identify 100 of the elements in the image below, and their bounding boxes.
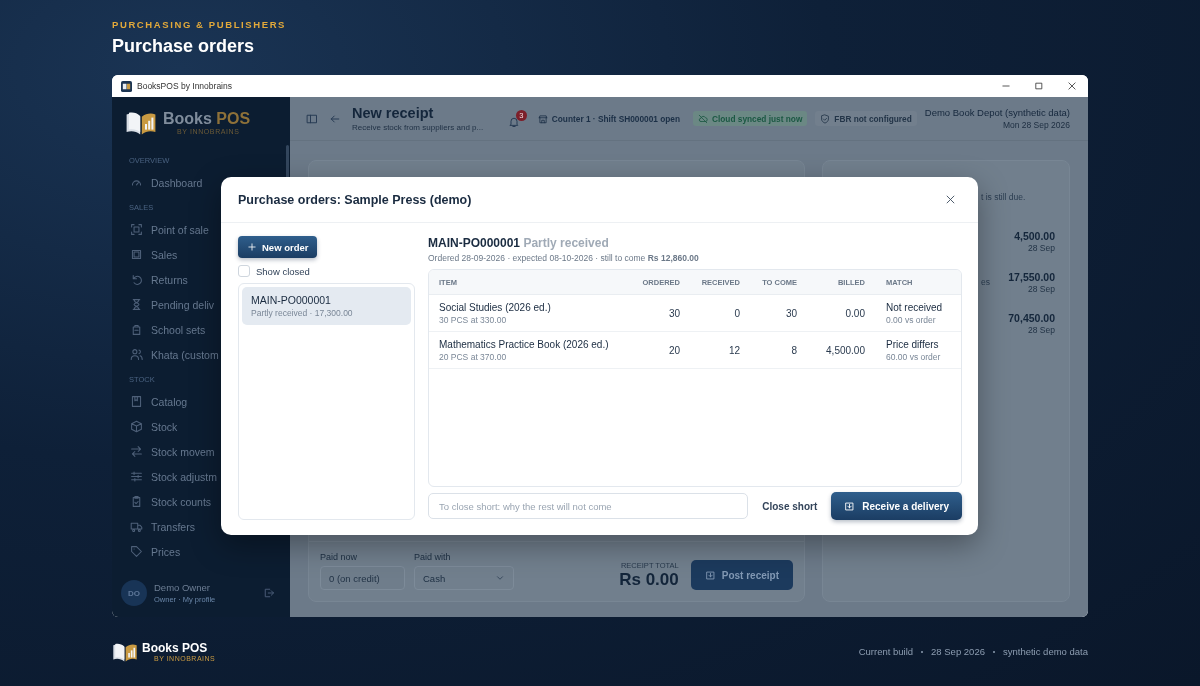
post-receipt-button[interactable]: Post receipt	[690, 560, 793, 590]
plus-icon	[247, 242, 257, 252]
new-order-button[interactable]: New order	[238, 236, 318, 258]
nav-item[interactable]: School sets	[112, 317, 210, 342]
match-status: Not received	[886, 301, 944, 313]
close-dialog-button[interactable]	[945, 194, 956, 205]
paid-now-field[interactable]: 0 (on credit)	[320, 566, 405, 590]
close-reason-field[interactable]: To close short: why the rest will not come	[428, 493, 749, 519]
user-name: Demo Owner	[154, 582, 211, 593]
total-amount: Rs 0.00	[619, 570, 679, 590]
payment-method-select[interactable]: Cash	[414, 566, 514, 590]
nav-item[interactable]: Sales	[112, 242, 182, 267]
logout-icon	[263, 587, 275, 599]
shift-status: Counter 1 · Shift SH000001 open	[532, 111, 685, 126]
back-button[interactable]	[329, 112, 341, 125]
shield-icon	[820, 113, 831, 124]
match-detail: 0.00 vs order	[886, 314, 937, 325]
bell-icon	[507, 115, 520, 128]
back-arrow-icon	[329, 112, 341, 125]
store-icon	[537, 113, 548, 124]
field-label: Paid with	[414, 552, 452, 562]
match-status: Price differs	[886, 338, 940, 350]
tag-icon	[130, 545, 143, 558]
users-icon	[130, 348, 143, 361]
swap-arrows-icon	[130, 445, 143, 458]
brand-name: Books POS	[163, 110, 251, 128]
box-icon	[130, 420, 143, 433]
nav-item[interactable]: Pending deliv	[112, 292, 219, 317]
app-icon	[121, 80, 132, 92]
nav-item[interactable]: Point of sale	[112, 217, 213, 242]
nav-item[interactable]: Transfers	[112, 514, 199, 539]
sliders-icon	[130, 470, 143, 483]
nav-item[interactable]: Stock movem	[112, 439, 219, 464]
item-detail: 30 PCS at 330.00	[439, 314, 508, 325]
truck-icon	[130, 520, 143, 533]
table-cell: 20	[668, 344, 680, 356]
table-cell: 8	[791, 344, 797, 356]
scrollbar-thumb[interactable]	[286, 145, 289, 179]
clipboard-icon	[130, 495, 143, 508]
item-name: Mathematics Practice Book (2026 ed.)	[439, 338, 610, 350]
receipt-date: 28 Sep	[1027, 242, 1055, 253]
bag-icon	[130, 323, 143, 336]
download-icon	[844, 500, 856, 512]
build-info: 28 Sep 2026	[931, 646, 985, 657]
receive-delivery-button[interactable]: Receive a delivery	[831, 492, 962, 520]
undo-icon	[130, 273, 143, 286]
close-short-button[interactable]: Close short	[762, 500, 818, 512]
order-item[interactable]: MAIN-PO000001 Partly received · 17,300.00	[242, 287, 411, 325]
nav-item[interactable]: Prices	[112, 539, 185, 564]
sync-status: Cloud synced just now	[693, 111, 808, 126]
receipt-date: 28 Sep	[1027, 283, 1055, 294]
download-icon	[704, 569, 716, 581]
receipt-amount: 70,450.00	[1008, 311, 1055, 324]
table-cell: 30	[668, 307, 680, 319]
show-closed-checkbox[interactable]: Show closed	[238, 265, 415, 277]
receipt-amount: 4,500.00	[1014, 229, 1055, 242]
brand-name: Books POS	[142, 641, 209, 655]
nav-item[interactable]: Stock counts	[112, 489, 216, 514]
store-date: Mon 28 Sep 2026	[1001, 120, 1070, 130]
maximize-icon	[1033, 81, 1044, 91]
chevron-down-icon	[495, 573, 505, 583]
table-cell: 30	[785, 307, 797, 319]
match-detail: 60.00 vs order	[886, 351, 942, 362]
dialog-title: Purchase orders: Sample Press (demo)	[238, 192, 472, 207]
store-name: Demo Book Depot (synthetic data)	[924, 107, 1070, 118]
sidebar-toggle-button[interactable]	[306, 112, 318, 125]
receipt-icon	[130, 248, 143, 261]
order-heading: MAIN-PO000001 Partly received	[428, 236, 610, 250]
table-cell: 0.00	[845, 307, 865, 319]
field-label: Paid now	[320, 552, 359, 562]
table-cell: 12	[728, 344, 740, 356]
order-meta: Ordered 28-09-2026 · expected 08-10-2026 · still to come Rs 12,860.00	[428, 253, 700, 263]
cloud-off-icon	[698, 113, 708, 124]
close-icon	[1066, 81, 1077, 91]
receipt-amount: 17,550.00	[1008, 270, 1055, 283]
build-info: Current build	[858, 646, 914, 657]
receipt-date: 28 Sep	[1027, 324, 1055, 335]
item-name: Social Studies (2026 ed.)	[439, 301, 552, 313]
hourglass-icon	[130, 298, 143, 311]
nav-item[interactable]: Stock	[112, 414, 182, 439]
close-icon	[945, 194, 956, 205]
sidebar-toggle-icon	[306, 112, 318, 125]
user-avatar[interactable]: DO	[121, 580, 147, 606]
build-info: synthetic demo data	[1002, 646, 1088, 657]
scan-icon	[130, 223, 143, 236]
nav-item[interactable]: Dashboard	[112, 170, 207, 195]
nav-item[interactable]: Khata (custom	[112, 342, 223, 367]
nav-item[interactable]: Catalog	[112, 389, 192, 414]
screen-title: New receipt	[352, 105, 435, 121]
book-icon	[130, 395, 143, 408]
nav-item[interactable]: Returns	[112, 267, 192, 292]
checkbox[interactable]	[238, 265, 250, 277]
table-cell: 4,500.00	[826, 344, 865, 356]
table-cell: 0	[734, 307, 740, 319]
page-title: Purchase orders	[112, 36, 256, 57]
item-detail: 20 PCS at 370.00	[439, 351, 508, 362]
logout-button[interactable]	[263, 587, 275, 599]
fbr-status: FBR not configured	[815, 111, 917, 126]
page-eyebrow: PURCHASING & PUBLISHERS	[112, 19, 288, 30]
nav-item[interactable]: Stock adjustm	[112, 464, 221, 489]
